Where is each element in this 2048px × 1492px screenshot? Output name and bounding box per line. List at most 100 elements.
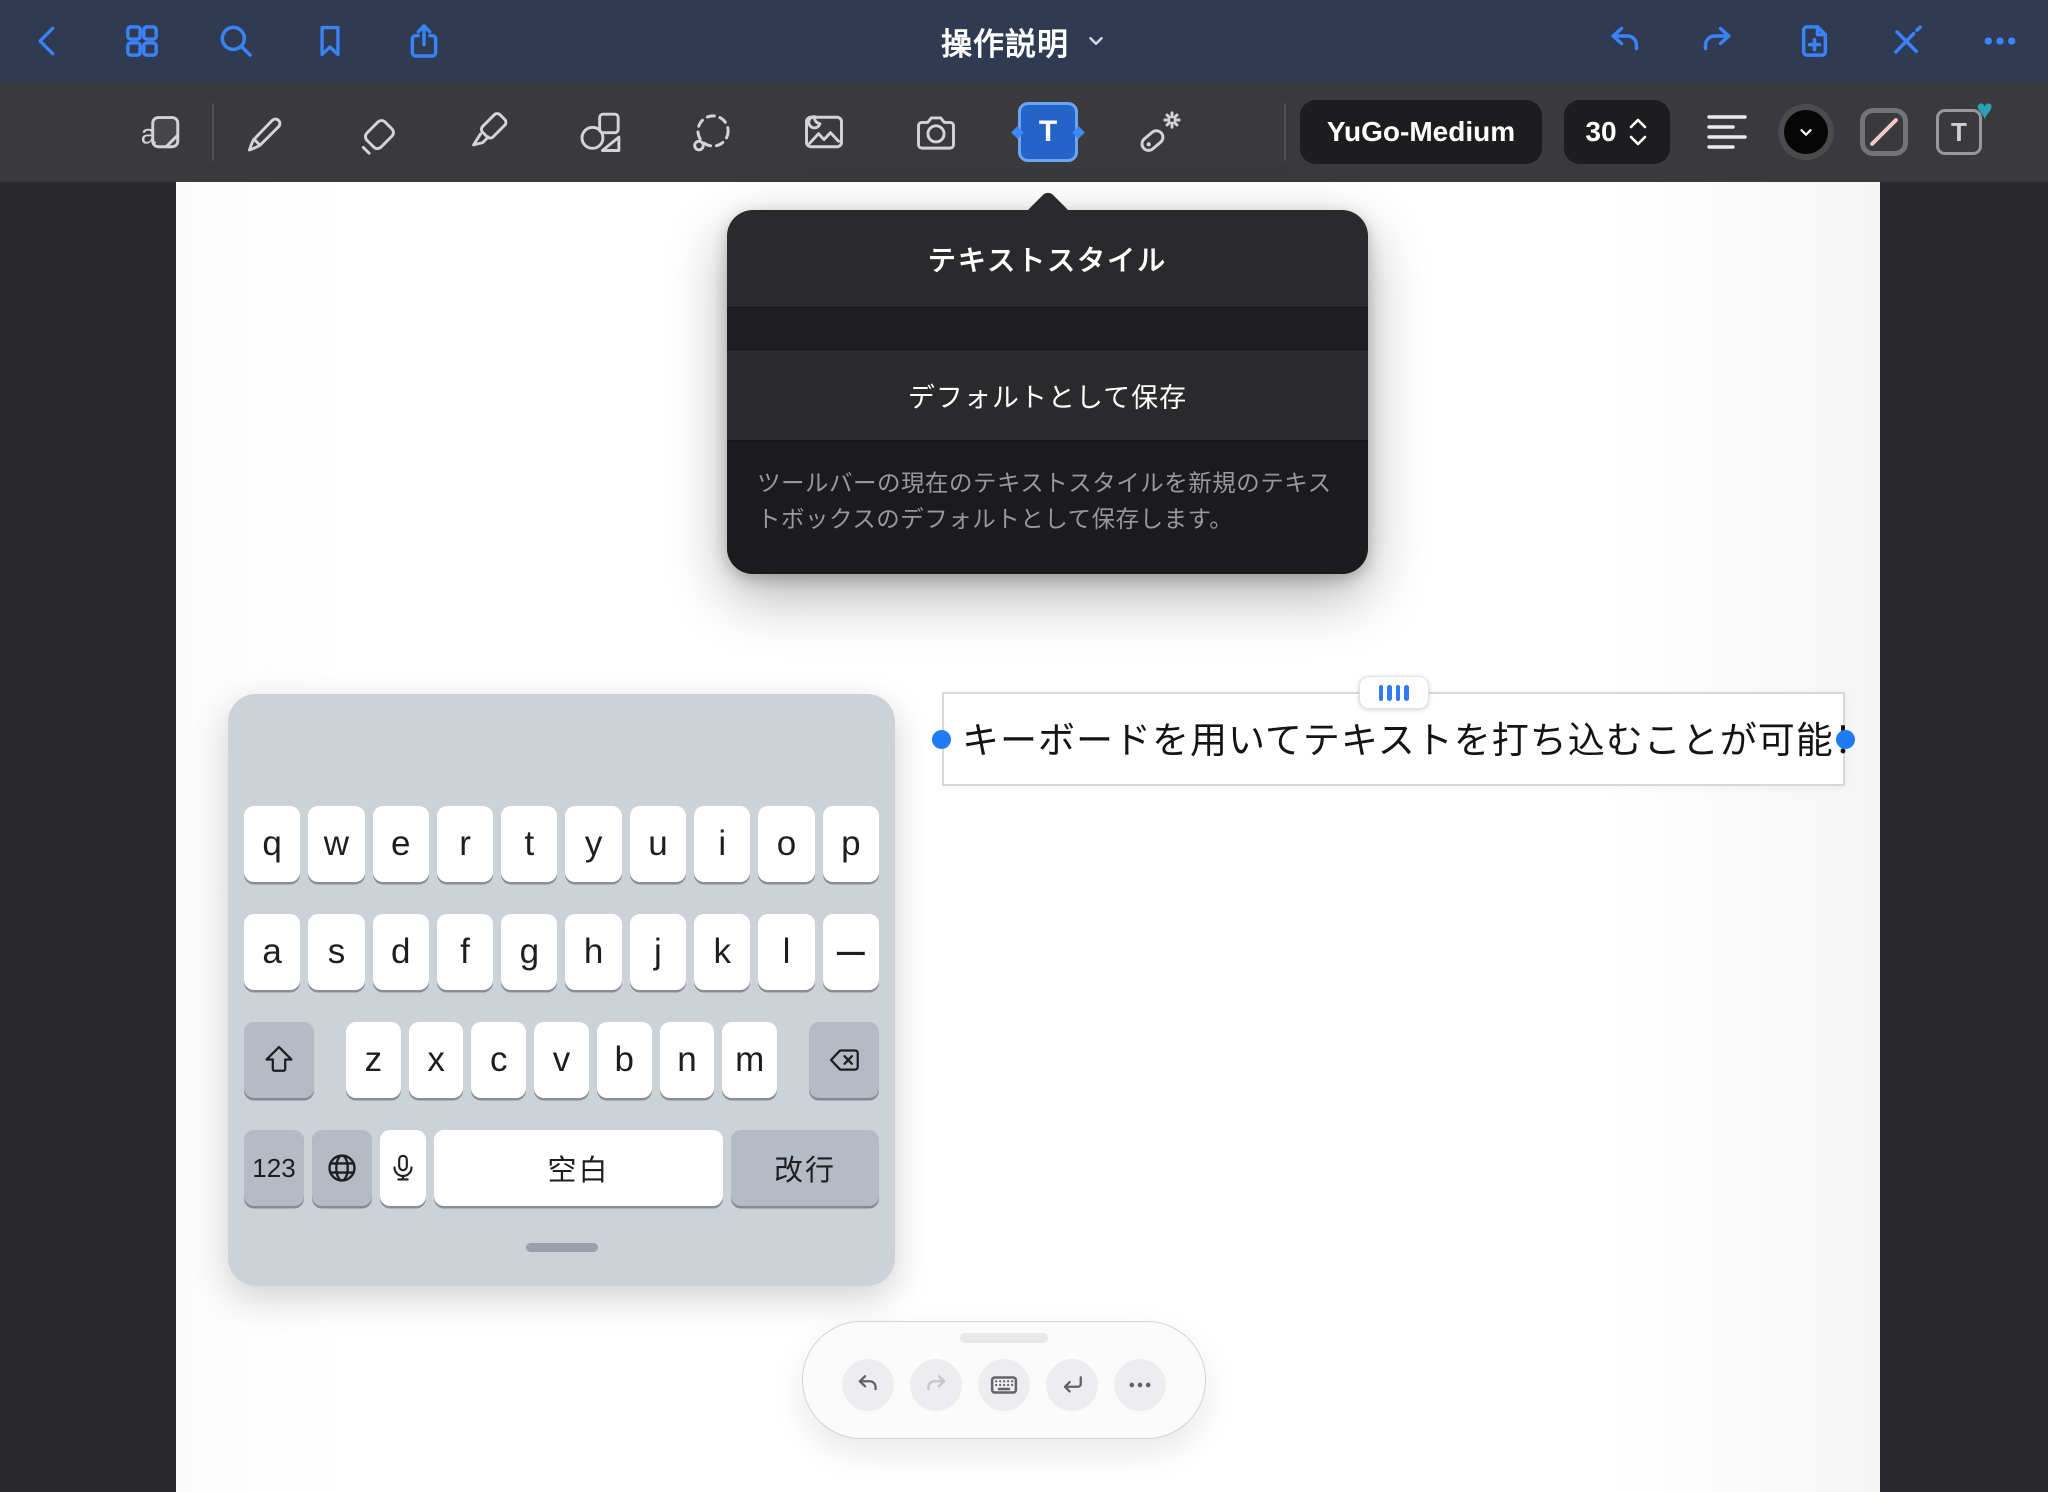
highlighter-tool[interactable]: [464, 108, 512, 156]
key-i[interactable]: i: [694, 806, 750, 882]
key-z[interactable]: z: [346, 1022, 401, 1098]
font-size-value: 30: [1585, 116, 1616, 148]
editor-mode-button[interactable]: a: [138, 108, 186, 156]
key-o[interactable]: o: [758, 806, 814, 882]
stepper-chevrons-icon: [1627, 114, 1649, 150]
keyboard-row-1: q w e r t y u i o p: [244, 806, 879, 882]
return-key[interactable]: 改行: [731, 1130, 879, 1206]
text-tool-icon: T: [1018, 102, 1078, 162]
key-chouon[interactable]: ー: [823, 914, 879, 990]
selected-text-box[interactable]: キーボードを用いてテキストを打ち込むことが可能！: [942, 692, 1845, 786]
onscreen-keyboard: q w e r t y u i o p a s d f g h j k l ー: [228, 694, 895, 1286]
key-x[interactable]: x: [409, 1022, 464, 1098]
tool-bar: a: [0, 82, 2048, 182]
camera-tool[interactable]: [912, 108, 960, 156]
key-p[interactable]: p: [823, 806, 879, 882]
share-icon: [404, 21, 444, 61]
key-l[interactable]: l: [758, 914, 814, 990]
floating-input-bar[interactable]: [802, 1321, 1206, 1439]
thumbnails-button[interactable]: [120, 19, 164, 63]
key-e[interactable]: e: [373, 806, 429, 882]
shapes-icon: [576, 108, 624, 156]
keyboard-row-2: a s d f g h j k l ー: [244, 914, 879, 990]
key-r[interactable]: r: [437, 806, 493, 882]
numbers-key[interactable]: 123: [244, 1130, 304, 1206]
key-g[interactable]: g: [501, 914, 557, 990]
nav-right-group: [1602, 19, 2022, 63]
keyboard-icon: [989, 1370, 1019, 1400]
text-color-button[interactable]: [1778, 104, 1834, 160]
pen-icon: [240, 108, 288, 156]
share-button[interactable]: [402, 19, 446, 63]
bookmark-button[interactable]: [308, 19, 352, 63]
key-a[interactable]: a: [244, 914, 300, 990]
stroke-style-button[interactable]: [1860, 108, 1908, 156]
diagonal-stroke-icon: [1865, 113, 1903, 151]
key-k[interactable]: k: [694, 914, 750, 990]
key-y[interactable]: y: [565, 806, 621, 882]
back-button[interactable]: [26, 19, 70, 63]
font-name-label: YuGo-Medium: [1327, 116, 1515, 148]
key-s[interactable]: s: [308, 914, 364, 990]
stylus-toggle-button[interactable]: [1884, 19, 1928, 63]
backspace-key[interactable]: [809, 1022, 879, 1098]
resize-handle-left[interactable]: [932, 730, 951, 749]
eraser-tool[interactable]: [352, 108, 400, 156]
font-size-stepper[interactable]: 30: [1564, 100, 1670, 164]
globe-key[interactable]: [312, 1130, 372, 1206]
key-m[interactable]: m: [722, 1022, 777, 1098]
key-u[interactable]: u: [630, 806, 686, 882]
save-as-default-button[interactable]: デフォルトとして保存: [727, 350, 1368, 441]
shapes-tool[interactable]: [576, 108, 624, 156]
mini-redo-button[interactable]: [910, 1359, 962, 1411]
resize-handle-right[interactable]: [1836, 730, 1855, 749]
lasso-tool[interactable]: [688, 108, 736, 156]
keyboard-drag-handle[interactable]: [526, 1243, 598, 1252]
dictation-key[interactable]: [380, 1130, 426, 1206]
key-c[interactable]: c: [471, 1022, 526, 1098]
text-tool-selected[interactable]: T: [1024, 108, 1072, 156]
shift-icon: [261, 1042, 297, 1078]
key-v[interactable]: v: [534, 1022, 589, 1098]
textbox-drag-handle[interactable]: [1359, 676, 1429, 709]
page-title: 操作説明: [941, 19, 1069, 64]
key-n[interactable]: n: [660, 1022, 715, 1098]
add-page-button[interactable]: [1790, 19, 1834, 63]
key-f[interactable]: f: [437, 914, 493, 990]
font-name-button[interactable]: YuGo-Medium: [1300, 100, 1542, 164]
more-icon: [1980, 21, 2020, 61]
key-q[interactable]: q: [244, 806, 300, 882]
more-button[interactable]: [1978, 19, 2022, 63]
key-b[interactable]: b: [597, 1022, 652, 1098]
newline-button[interactable]: [1046, 1359, 1098, 1411]
mini-undo-button[interactable]: [842, 1359, 894, 1411]
key-h[interactable]: h: [565, 914, 621, 990]
back-icon: [29, 22, 67, 60]
undo-button[interactable]: [1602, 19, 1646, 63]
laser-pointer-tool[interactable]: [1136, 108, 1184, 156]
text-style-button[interactable]: T ♥: [1936, 109, 1982, 155]
document-title[interactable]: 操作説明: [941, 0, 1107, 82]
chevron-down-icon: [1085, 30, 1107, 52]
key-t[interactable]: t: [501, 806, 557, 882]
key-j[interactable]: j: [630, 914, 686, 990]
highlighter-icon: [464, 108, 512, 156]
backspace-icon: [824, 1042, 864, 1078]
image-tool[interactable]: [800, 108, 848, 156]
search-button[interactable]: [214, 19, 258, 63]
editor-mode-icon: a: [138, 108, 186, 156]
nav-left-group: [26, 19, 446, 63]
pen-tool[interactable]: [240, 108, 288, 156]
dismiss-keyboard-button[interactable]: [978, 1359, 1030, 1411]
key-w[interactable]: w: [308, 806, 364, 882]
redo-button[interactable]: [1696, 19, 1740, 63]
key-d[interactable]: d: [373, 914, 429, 990]
shift-key[interactable]: [244, 1022, 314, 1098]
globe-icon: [323, 1149, 361, 1187]
text-align-button[interactable]: [1704, 108, 1752, 156]
space-key[interactable]: 空白: [434, 1130, 723, 1206]
return-icon: [1058, 1371, 1086, 1399]
undo-icon: [1604, 21, 1644, 61]
stylus-icon: [1886, 21, 1926, 61]
more-options-button[interactable]: [1114, 1359, 1166, 1411]
